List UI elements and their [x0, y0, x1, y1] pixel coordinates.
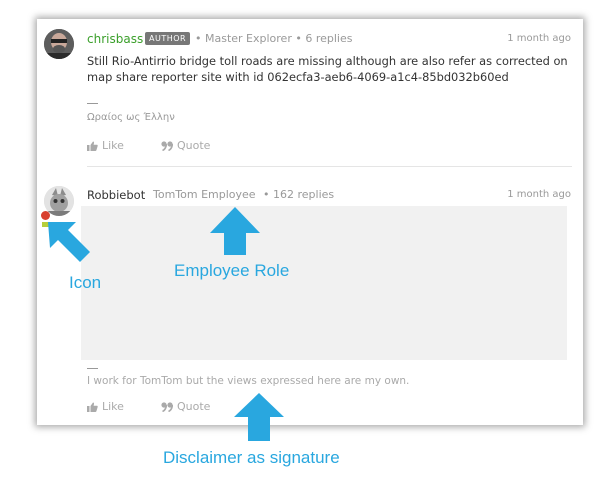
post1-signature: Ωραίος ως Έλλην: [87, 112, 175, 123]
post2-username[interactable]: Robbiebot: [87, 188, 145, 202]
post2-meta: • 162 replies: [263, 188, 335, 201]
signature-divider: [87, 368, 98, 369]
forum-thread-card: chrisbass AUTHOR • Master Explorer • 6 r…: [37, 19, 583, 425]
arrow-icon: [210, 207, 260, 255]
quote-label: Quote: [177, 400, 211, 413]
like-label: Like: [102, 139, 124, 152]
post2-quote-button[interactable]: Quote: [161, 400, 210, 413]
post1-time[interactable]: 1 month ago: [507, 33, 571, 44]
post2-like-button[interactable]: Like: [87, 400, 124, 413]
post1-username[interactable]: chrisbass: [87, 32, 143, 46]
post1-like-button[interactable]: Like: [87, 139, 124, 152]
icon-annotation: Icon: [69, 273, 102, 292]
arrow-icon: [48, 222, 90, 262]
post1-quote-button[interactable]: Quote: [161, 139, 210, 152]
arrow-icon: [234, 393, 284, 441]
signature-divider: [87, 103, 98, 104]
post2-time[interactable]: 1 month ago: [507, 189, 571, 200]
like-icon: [87, 141, 98, 151]
post2-body: [81, 206, 567, 360]
avatar-image: [44, 29, 74, 59]
post1-body: Still Rio-Antirrio bridge toll roads are…: [87, 54, 568, 84]
role-annotation: Employee Role: [174, 261, 290, 280]
post-divider: [87, 166, 572, 167]
like-label: Like: [102, 400, 124, 413]
post1-meta: • Master Explorer • 6 replies: [195, 32, 353, 45]
post2-signature: I work for TomTom but the views expresse…: [87, 375, 410, 387]
quote-icon: [161, 140, 173, 151]
disclaimer-annotation: Disclaimer as signature: [163, 448, 340, 467]
employee-role: TomTom Employee: [153, 188, 256, 201]
quote-label: Quote: [177, 139, 211, 152]
like-icon: [87, 402, 98, 412]
author-badge: AUTHOR: [145, 32, 191, 45]
quote-icon: [161, 401, 173, 412]
avatar-chrisbass[interactable]: [44, 29, 74, 59]
